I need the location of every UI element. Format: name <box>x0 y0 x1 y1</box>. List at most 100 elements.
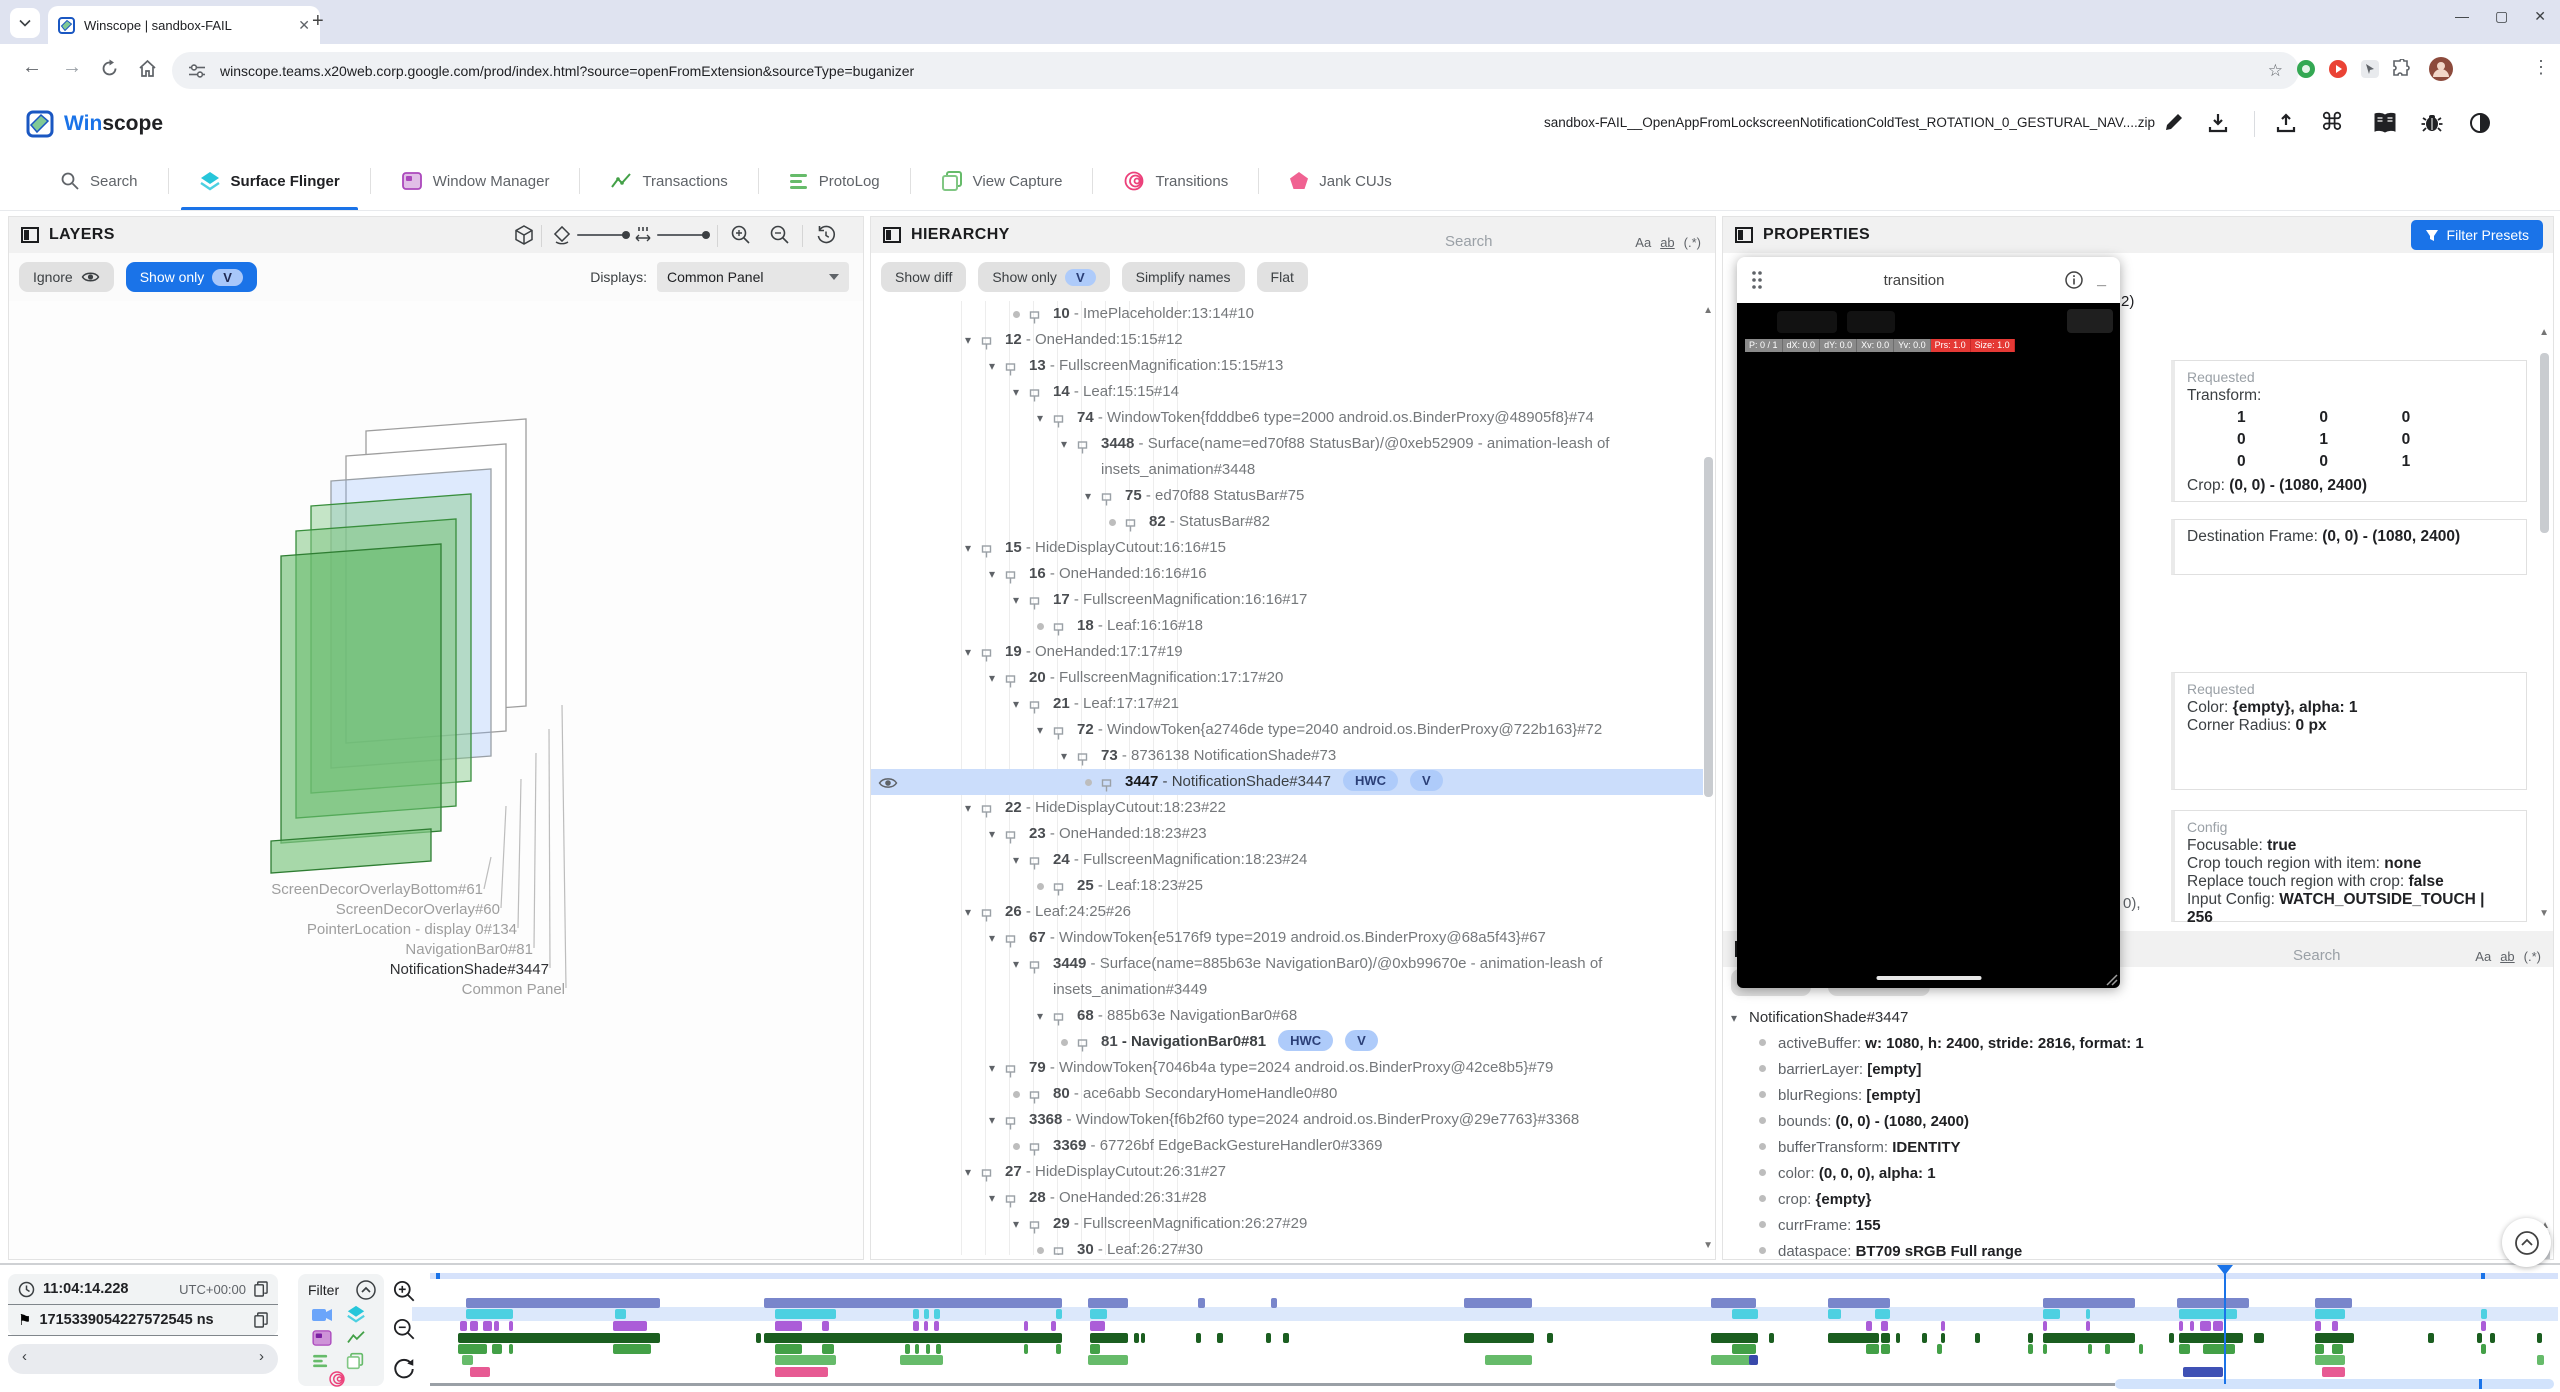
trace-event[interactable] <box>509 1344 513 1354</box>
trace-event[interactable] <box>1088 1298 1128 1308</box>
trace-event[interactable] <box>613 1344 651 1354</box>
trace-event[interactable] <box>924 1321 928 1331</box>
trace-event[interactable] <box>1828 1298 1890 1308</box>
trace-event[interactable] <box>934 1309 939 1319</box>
tree-row[interactable]: ▾20 - FullscreenMagnification:17:17#20 <box>871 665 1703 691</box>
trace-event[interactable] <box>1088 1355 1128 1365</box>
trace-event[interactable] <box>2028 1344 2033 1354</box>
expand-arrow-icon[interactable]: ▾ <box>959 327 977 353</box>
transitions-trace-icon[interactable] <box>328 1370 346 1388</box>
trace-event[interactable] <box>2179 1333 2243 1343</box>
screen-recording-trace-icon[interactable] <box>312 1308 332 1322</box>
expand-arrow-icon[interactable]: ▾ <box>983 1107 1001 1133</box>
trace-event[interactable] <box>613 1321 647 1331</box>
flat-chip[interactable]: Flat <box>1257 262 1308 292</box>
trace-event[interactable] <box>2537 1355 2544 1365</box>
ignore-chip[interactable]: Ignore <box>19 262 114 292</box>
tree-row[interactable]: ▾3449 - Surface(name=885b63e NavigationB… <box>871 951 1703 1003</box>
trace-event[interactable] <box>1711 1298 1756 1308</box>
scene-label[interactable]: PointerLocation - display 0#134 <box>307 921 517 938</box>
trace-event[interactable] <box>462 1355 473 1365</box>
trace-event[interactable] <box>2428 1333 2433 1343</box>
tree-row[interactable]: ▾79 - WindowToken{7046b4a type=2024 andr… <box>871 1055 1703 1081</box>
tree-row[interactable]: ▾17 - FullscreenMagnification:16:16#17 <box>871 587 1703 613</box>
trace-event[interactable] <box>924 1309 929 1319</box>
trace-event[interactable] <box>2086 1321 2090 1331</box>
trace-event[interactable] <box>1922 1333 1927 1343</box>
drag-handle-icon[interactable] <box>1751 270 1763 290</box>
scroll-down-icon[interactable]: ▼ <box>2539 908 2549 919</box>
ns-time-row[interactable]: ⚑ 1715339054227572545 ns <box>8 1305 278 1336</box>
tree-row[interactable]: ▾23 - OneHanded:18:23#23 <box>871 821 1703 847</box>
trace-event[interactable] <box>2315 1355 2345 1365</box>
tree-row[interactable]: ▾27 - HideDisplayCutout:26:31#27 <box>871 1159 1703 1185</box>
trace-row-transactions[interactable] <box>430 1333 2558 1343</box>
trace-event[interactable] <box>2043 1298 2135 1308</box>
url-bar[interactable]: winscope.teams.x20web.corp.google.com/pr… <box>172 52 2299 89</box>
extension-gray-icon[interactable] <box>2360 59 2380 79</box>
tree-row[interactable]: ▾29 - FullscreenMagnification:26:27#29 <box>871 1211 1703 1237</box>
trace-event[interactable] <box>2315 1309 2345 1319</box>
trace-event[interactable] <box>2043 1333 2135 1343</box>
trace-event[interactable] <box>1485 1355 1532 1365</box>
property-row[interactable]: currFrame: 155 <box>1731 1213 2539 1239</box>
timeline-scroll-track[interactable] <box>430 1383 2115 1386</box>
regex-toggle[interactable]: (.*) <box>1684 235 1701 250</box>
timeline-zoom-in-icon[interactable] <box>392 1279 416 1303</box>
trace-event[interactable] <box>460 1321 467 1331</box>
match-word-toggle[interactable]: ab <box>1660 235 1674 250</box>
tree-row[interactable]: ▾72 - WindowToken{a2746de type=2040 andr… <box>871 717 1703 743</box>
back-icon[interactable]: ← <box>22 56 42 79</box>
tab-search[interactable]: Search <box>30 152 168 210</box>
scroll-up-icon[interactable]: ▲ <box>1703 305 1713 316</box>
expand-arrow-icon[interactable]: ▾ <box>983 1185 1001 1211</box>
trace-event[interactable] <box>1881 1344 1890 1354</box>
3d-view-icon[interactable] <box>513 224 535 246</box>
property-row[interactable]: activeBuffer: w: 1080, h: 2400, stride: … <box>1731 1031 2539 1057</box>
expand-arrow-icon[interactable]: ▾ <box>959 899 977 925</box>
resize-handle-icon[interactable] <box>2102 970 2118 986</box>
tab-protolog[interactable]: ProtoLog <box>759 152 910 210</box>
trace-event[interactable] <box>1896 1333 1900 1343</box>
bug-report-icon[interactable] <box>2420 111 2444 135</box>
trace-event[interactable] <box>509 1321 513 1331</box>
trace-event[interactable] <box>915 1344 919 1354</box>
human-time-row[interactable]: 11:04:14.228 UTC+00:00 <box>8 1274 278 1305</box>
trace-event[interactable] <box>2169 1333 2174 1343</box>
expand-arrow-icon[interactable]: ▾ <box>983 1055 1001 1081</box>
expand-arrow-icon[interactable]: ▾ <box>1007 587 1025 613</box>
properties-scrollbar[interactable] <box>2540 353 2549 533</box>
reset-view-icon[interactable] <box>815 224 837 246</box>
trace-event[interactable] <box>1024 1321 1028 1331</box>
trace-event[interactable] <box>1937 1344 1942 1354</box>
trace-row-window-manager[interactable] <box>430 1321 2558 1331</box>
tree-row[interactable]: ▾3448 - Surface(name=ed70f88 StatusBar)/… <box>871 431 1703 483</box>
trace-event[interactable] <box>1090 1344 1101 1354</box>
tab-window-manager[interactable]: Window Manager <box>371 152 580 210</box>
tree-row[interactable]: 30 - Leaf:26:27#30 <box>871 1237 1703 1255</box>
surface-flinger-trace-icon[interactable] <box>346 1304 366 1324</box>
edit-icon[interactable] <box>2163 111 2185 133</box>
home-icon[interactable] <box>138 59 157 78</box>
trace-row-view-capture[interactable] <box>430 1355 2558 1365</box>
tab-transitions[interactable]: Transitions <box>1093 152 1258 210</box>
trace-event[interactable] <box>1881 1333 1890 1343</box>
tree-row[interactable]: ▾16 - OneHanded:16:16#16 <box>871 561 1703 587</box>
trace-event[interactable] <box>1271 1298 1277 1308</box>
spacing-slider[interactable] <box>657 234 707 236</box>
trace-event[interactable] <box>1141 1333 1145 1343</box>
tree-row[interactable]: ▾75 - ed70f88 StatusBar#75 <box>871 483 1703 509</box>
trace-event[interactable] <box>2190 1321 2194 1331</box>
dark-mode-icon[interactable] <box>2468 111 2492 135</box>
tree-row[interactable]: ▾24 - FullscreenMagnification:18:23#24 <box>871 847 1703 873</box>
trace-event[interactable] <box>1711 1355 1751 1365</box>
tree-row[interactable]: 10 - ImePlaceholder:13:14#10 <box>871 301 1703 327</box>
trace-event[interactable] <box>2043 1321 2047 1331</box>
trace-event[interactable] <box>2315 1333 2353 1343</box>
expand-arrow-icon[interactable]: ▾ <box>959 1159 977 1185</box>
timeline-overview-strip[interactable] <box>430 1273 2558 1279</box>
timeline-canvas[interactable] <box>430 1265 2558 1392</box>
tree-row[interactable]: ▾26 - Leaf:24:25#26 <box>871 899 1703 925</box>
trace-event[interactable] <box>1941 1321 1945 1331</box>
trace-event[interactable] <box>1056 1344 1061 1354</box>
